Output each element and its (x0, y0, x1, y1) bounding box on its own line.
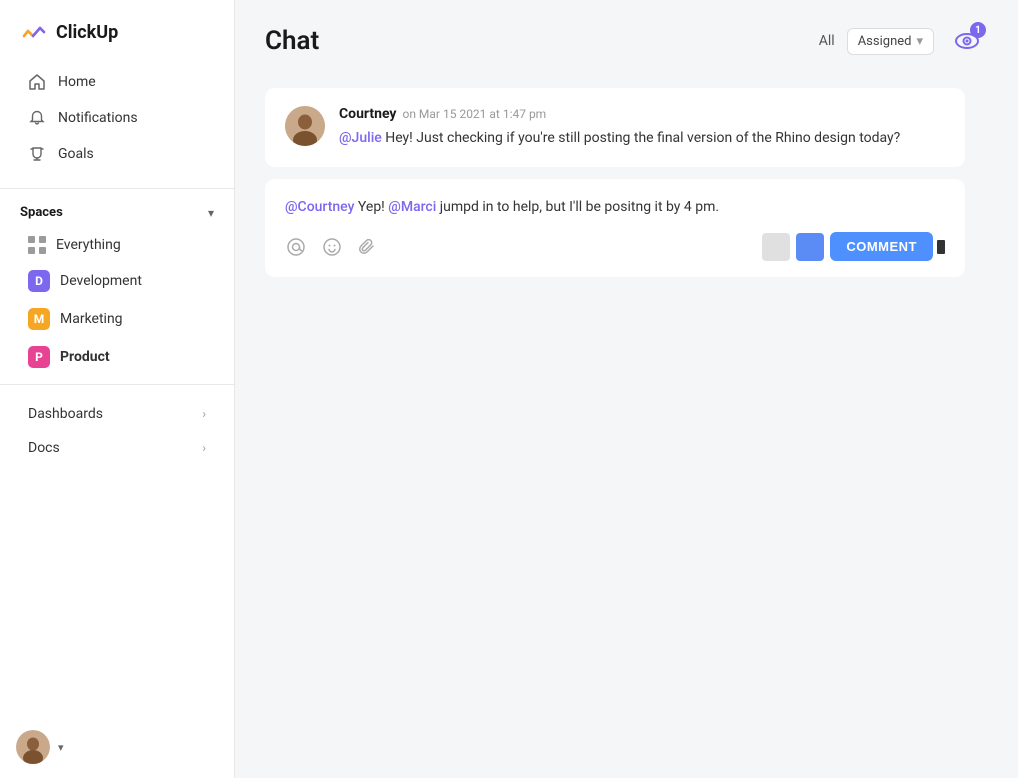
watch-badge-count: 1 (970, 22, 986, 38)
mention-courtney: @Courtney (285, 199, 354, 215)
sidebar-sections: Dashboards › Docs › (0, 397, 234, 465)
cursor-indicator (937, 240, 945, 254)
home-icon (28, 73, 46, 91)
sidebar-item-development[interactable]: D Development (8, 262, 226, 300)
courtney-message-text: @Julie Hey! Just checking if you're stil… (339, 128, 945, 149)
reply-tools (285, 236, 379, 258)
sidebar-item-everything[interactable]: Everything (8, 228, 226, 262)
sidebar-item-marketing[interactable]: M Marketing (8, 300, 226, 338)
filter-assigned-button[interactable]: Assigned ▾ (847, 28, 934, 55)
sidebar-item-docs[interactable]: Docs › (8, 431, 226, 465)
reply-message-text: @Courtney Yep! @Marci jumpd in to help, … (285, 197, 945, 218)
logo[interactable]: ClickUp (0, 0, 234, 60)
sidebar-item-product[interactable]: P Product (8, 338, 226, 376)
sidebar-item-product-label: Product (60, 349, 110, 365)
dashboards-chevron-icon: › (202, 407, 206, 421)
sidebar-divider-2 (0, 384, 234, 385)
trophy-icon (28, 145, 46, 163)
sidebar-item-dashboards[interactable]: Dashboards › (8, 397, 226, 431)
main-nav: Home Notifications Goals (0, 60, 234, 180)
clickup-logo-icon (20, 18, 48, 46)
sidebar-item-goals[interactable]: Goals (8, 136, 226, 172)
docs-chevron-icon: › (202, 441, 206, 455)
header-controls: All Assigned ▾ 1 (819, 20, 988, 62)
spaces-section-header[interactable]: Spaces ▾ (0, 197, 234, 228)
sidebar-item-home-label: Home (58, 74, 96, 90)
sidebar-item-development-label: Development (60, 273, 142, 289)
courtney-timestamp: on Mar 15 2021 at 1:47 pm (402, 107, 546, 121)
emoji-icon[interactable] (321, 236, 343, 258)
filter-assigned-label: Assigned (858, 34, 912, 49)
courtney-avatar (285, 106, 325, 146)
user-menu-caret[interactable]: ▾ (58, 741, 64, 754)
sidebar-footer: ▾ (0, 716, 234, 778)
reply-actions: COMMENT (762, 232, 945, 261)
logo-text: ClickUp (56, 22, 118, 43)
page-title: Chat (265, 26, 799, 56)
at-mention-icon[interactable] (285, 236, 307, 258)
reply-text-2: jumpd in to help, but I'll be positng it… (436, 199, 719, 215)
bell-icon (28, 109, 46, 127)
reply-box: @Courtney Yep! @Marci jumpd in to help, … (265, 179, 965, 277)
attachment-icon[interactable] (357, 236, 379, 258)
user-avatar[interactable] (16, 730, 50, 764)
action-square-1[interactable] (762, 233, 790, 261)
sidebar-item-goals-label: Goals (58, 146, 94, 162)
marketing-badge: M (28, 308, 50, 330)
spaces-title: Spaces (20, 205, 63, 220)
filter-assigned-chevron-icon: ▾ (916, 34, 923, 49)
product-badge: P (28, 346, 50, 368)
courtney-author: Courtney (339, 106, 396, 122)
chat-message-1: Courtney on Mar 15 2021 at 1:47 pm @Juli… (265, 88, 965, 167)
dashboards-left: Dashboards (28, 406, 103, 422)
sidebar-item-marketing-label: Marketing (60, 311, 123, 327)
sidebar-item-notifications[interactable]: Notifications (8, 100, 226, 136)
action-square-blue[interactable] (796, 233, 824, 261)
courtney-message-body: Hey! Just checking if you're still posti… (382, 130, 901, 146)
reply-text-1: Yep! (354, 199, 388, 215)
everything-dots-icon (28, 236, 46, 254)
main-header: Chat All Assigned ▾ 1 (235, 0, 1018, 78)
sidebar-item-home[interactable]: Home (8, 64, 226, 100)
sidebar-item-notifications-label: Notifications (58, 110, 138, 126)
mention-julie: @Julie (339, 130, 382, 146)
courtney-message-content: Courtney on Mar 15 2021 at 1:47 pm @Juli… (339, 106, 945, 149)
courtney-meta: Courtney on Mar 15 2021 at 1:47 pm (339, 106, 945, 122)
sidebar: ClickUp Home Notifications Goals Spaces … (0, 0, 235, 778)
sidebar-divider-1 (0, 188, 234, 189)
watch-button[interactable]: 1 (946, 20, 988, 62)
mention-marci: @Marci (388, 199, 436, 215)
sidebar-item-dashboards-label: Dashboards (28, 406, 103, 422)
docs-left: Docs (28, 440, 60, 456)
sidebar-item-everything-label: Everything (56, 237, 121, 253)
reply-toolbar: COMMENT (285, 232, 945, 261)
chat-area: Courtney on Mar 15 2021 at 1:47 pm @Juli… (235, 78, 1018, 778)
sidebar-item-docs-label: Docs (28, 440, 60, 456)
main-content: Chat All Assigned ▾ 1 (235, 0, 1018, 778)
comment-button[interactable]: COMMENT (830, 232, 933, 261)
development-badge: D (28, 270, 50, 292)
spaces-chevron-icon: ▾ (208, 206, 214, 220)
filter-all-button[interactable]: All (819, 33, 835, 49)
